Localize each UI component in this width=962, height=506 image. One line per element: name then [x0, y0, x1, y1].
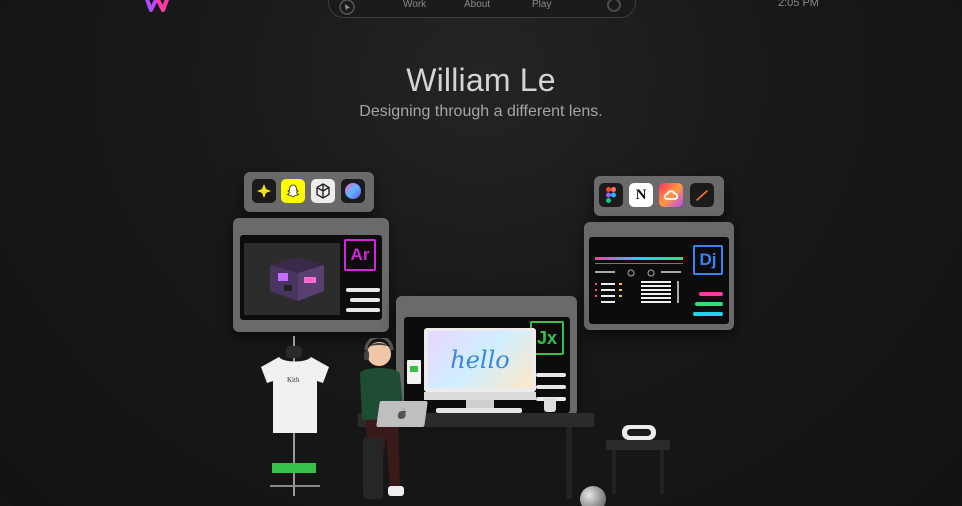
cursor-icon[interactable]: [339, 0, 355, 15]
ar-room-preview: [244, 243, 340, 315]
procreate-icon[interactable]: [690, 183, 714, 207]
pen-cup: [544, 398, 556, 412]
shirt-label: Kith: [287, 376, 300, 384]
jx-line-2: [536, 385, 566, 389]
nav-link-work[interactable]: Work: [403, 0, 426, 10]
imac-screen: hello: [428, 331, 532, 388]
jx-line-1: [536, 373, 566, 377]
keyboard: [436, 408, 522, 413]
dj-badge: Dj: [693, 245, 723, 275]
ball-icon: [580, 486, 606, 506]
ar-line-3: [346, 308, 380, 312]
imac-monitor[interactable]: hello: [424, 328, 536, 392]
iridescent-sphere-icon[interactable]: [341, 179, 365, 203]
laptop: [376, 401, 428, 427]
vr-headset-icon[interactable]: [622, 425, 656, 440]
hello-text: hello: [450, 345, 510, 374]
rack-shelf-item: [272, 463, 316, 473]
notion-icon[interactable]: N: [629, 183, 653, 207]
rack-base: [270, 485, 320, 487]
unity-icon[interactable]: [311, 179, 335, 203]
imac-chin: [424, 392, 536, 400]
nav-bar: Work About Play: [328, 0, 636, 18]
dj-green-bar: [695, 302, 723, 306]
wl-logo-icon[interactable]: [143, 0, 171, 12]
side-table-leg-right: [660, 450, 664, 494]
ar-badge: Ar: [344, 239, 376, 271]
page: Work About Play 2:05 PM William Le Desig…: [0, 0, 962, 506]
sparkle-icon[interactable]: [252, 179, 276, 203]
dj-waveform: [595, 257, 683, 303]
right-app-shelf: N: [594, 176, 724, 216]
nav-link-play[interactable]: Play: [532, 0, 551, 10]
ar-project-panel[interactable]: Ar: [233, 218, 389, 332]
chair: [363, 437, 383, 499]
side-table-leg-left: [612, 450, 616, 494]
dj-screen: Dj: [589, 237, 729, 324]
figma-icon[interactable]: [599, 183, 623, 207]
desk-leg-right: [566, 427, 572, 499]
kith-tshirt[interactable]: Kith: [257, 355, 333, 435]
apple-logo-icon: [397, 408, 407, 419]
ar-line-2: [350, 298, 380, 302]
snapchat-icon[interactable]: [281, 179, 305, 203]
clock: 2:05 PM: [778, 0, 819, 9]
left-app-shelf: [244, 172, 374, 212]
dj-pink-bar: [699, 292, 723, 296]
page-subtitle: Designing through a different lens.: [359, 103, 603, 120]
creative-cloud-icon[interactable]: [659, 183, 683, 207]
dj-cyan-bar: [693, 312, 723, 316]
nav-link-about[interactable]: About: [464, 0, 490, 10]
theme-toggle-icon[interactable]: [607, 0, 621, 12]
ar-screen: Ar: [240, 235, 382, 320]
ar-line-1: [346, 288, 380, 292]
side-table: [606, 440, 670, 450]
dj-project-panel[interactable]: Dj: [584, 222, 734, 330]
page-title: William Le: [406, 62, 556, 98]
